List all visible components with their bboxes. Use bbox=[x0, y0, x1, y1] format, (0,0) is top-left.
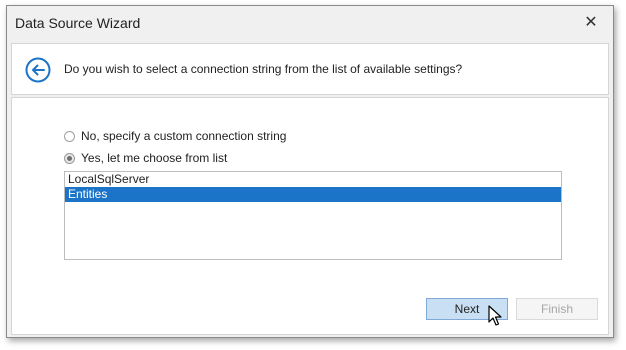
wizard-content: No, specify a custom connection string Y… bbox=[11, 97, 609, 335]
title-bar: Data Source Wizard ✕ bbox=[7, 6, 613, 41]
finish-button[interactable]: Finish bbox=[516, 298, 598, 320]
back-arrow-icon[interactable] bbox=[25, 57, 51, 83]
radio-option-choose-from-list[interactable]: Yes, let me choose from list bbox=[64, 150, 227, 166]
radio-button-unchecked[interactable] bbox=[64, 130, 75, 142]
radio-label-choose-from-list: Yes, let me choose from list bbox=[81, 151, 228, 165]
close-button[interactable]: ✕ bbox=[581, 13, 601, 33]
wizard-header: Do you wish to select a connection strin… bbox=[11, 43, 609, 95]
radio-button-checked[interactable] bbox=[64, 152, 75, 164]
list-item-localsqlserver[interactable]: LocalSqlServer bbox=[65, 172, 561, 187]
data-source-wizard-dialog: Data Source Wizard ✕ Do you wish to sele… bbox=[6, 5, 614, 338]
window-title: Data Source Wizard bbox=[15, 15, 141, 31]
mouse-pointer-icon bbox=[488, 305, 502, 326]
list-item-entities[interactable]: Entities bbox=[65, 187, 561, 202]
radio-option-custom[interactable]: No, specify a custom connection string bbox=[64, 128, 286, 144]
wizard-question: Do you wish to select a connection strin… bbox=[64, 62, 463, 76]
radio-label-custom: No, specify a custom connection string bbox=[81, 129, 287, 143]
connection-list[interactable]: LocalSqlServer Entities bbox=[64, 171, 562, 260]
